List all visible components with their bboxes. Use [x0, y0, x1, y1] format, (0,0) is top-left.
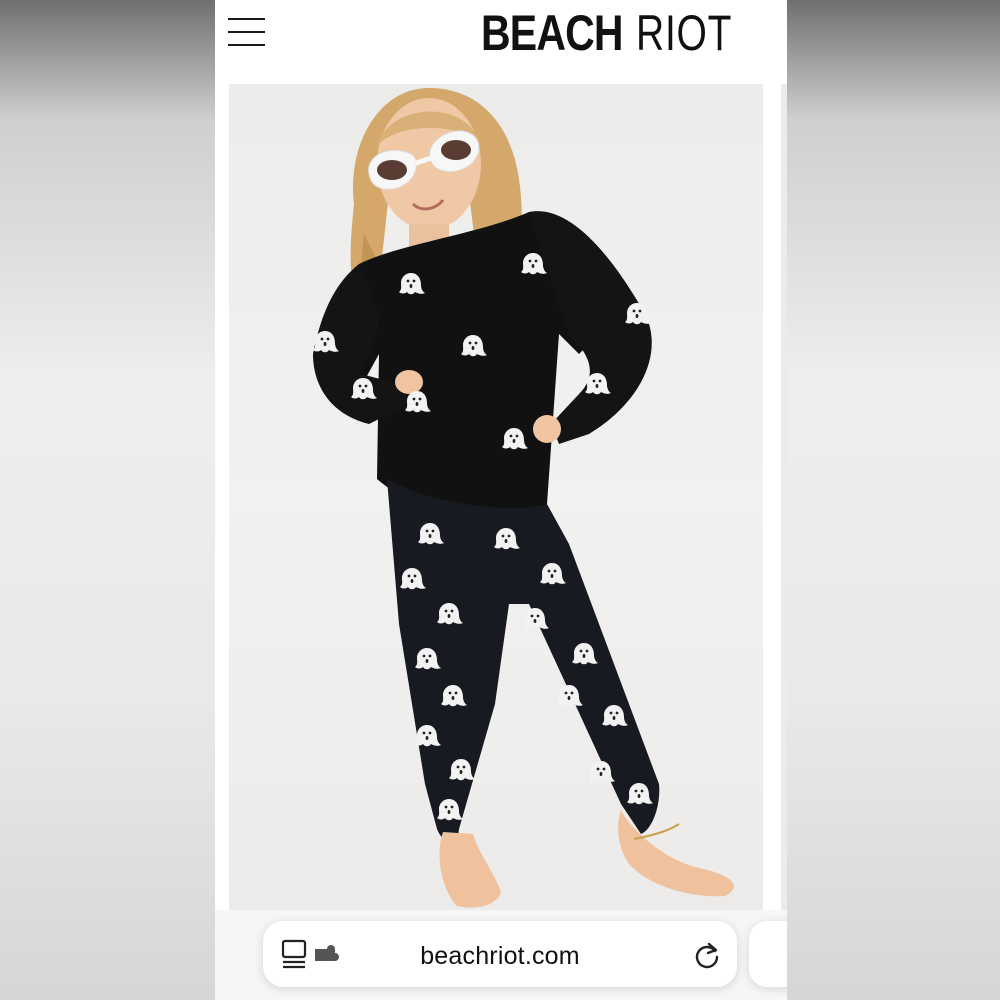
browser-bottom-bar: beachriot.com: [215, 910, 787, 1000]
brand-logo-thin: RIOT: [635, 5, 733, 61]
blurred-backdrop-left: [0, 0, 215, 1000]
blurred-backdrop-right: [787, 0, 1000, 1000]
next-photo-peek[interactable]: [781, 84, 787, 910]
address-bar[interactable]: beachriot.com: [263, 921, 737, 987]
product-photo[interactable]: [229, 84, 763, 910]
url-text: beachriot.com: [420, 942, 580, 970]
model-illustration: [313, 88, 734, 908]
mobile-browser-viewport: BEACH RIOT beachriot.com: [215, 0, 787, 1000]
reload-icon[interactable]: [693, 941, 721, 969]
hamburger-menu-icon[interactable]: [228, 16, 266, 48]
brand-logo-bold: BEACH: [481, 5, 624, 61]
site-header: BEACH RIOT: [215, 0, 787, 84]
next-tab-pill[interactable]: [749, 921, 787, 987]
brand-logo[interactable]: BEACH RIOT: [481, 4, 759, 58]
